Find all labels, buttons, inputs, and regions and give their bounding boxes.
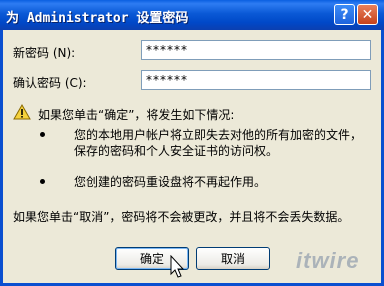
- warning-bullet-1-line-1: 您的本地用户帐户将立即失去对他的所有加密的文件，: [74, 128, 363, 142]
- warning-bullet-2: 您创建的密码重设盘将不再起作用。: [74, 175, 267, 189]
- window-frame-left: [0, 30, 3, 286]
- title-bar: 为 Administrator 设置密码 ? ✕: [0, 0, 384, 30]
- watermark-logo: itwire: [296, 248, 360, 273]
- new-password-field[interactable]: ******: [141, 40, 371, 60]
- set-password-dialog: 为 Administrator 设置密码 ? ✕ 新密码 (N): ******…: [0, 0, 384, 286]
- bullet-dot: [40, 179, 45, 184]
- new-password-label: 新密码 (N):: [13, 46, 76, 60]
- cancel-note: 如果您单击“取消”，密码将不会被更改，并且将不会丢失数据。: [13, 210, 350, 224]
- bullet-dot: [40, 132, 45, 137]
- warning-intro: 如果您单击“确定”，将发生如下情况:: [38, 108, 235, 122]
- close-button[interactable]: ✕: [357, 4, 378, 25]
- cancel-button[interactable]: 取消: [196, 247, 270, 270]
- confirm-password-field[interactable]: ******: [141, 70, 371, 90]
- window-title: 为 Administrator 设置密码: [6, 11, 189, 26]
- confirm-password-label: 确认密码 (C):: [13, 76, 87, 90]
- warning-icon: [13, 104, 31, 120]
- mouse-cursor-icon: [170, 255, 185, 278]
- help-button[interactable]: ?: [334, 4, 355, 25]
- warning-bullet-1-line-2: 保存的密码和个人安全证书的访问权。: [74, 144, 279, 158]
